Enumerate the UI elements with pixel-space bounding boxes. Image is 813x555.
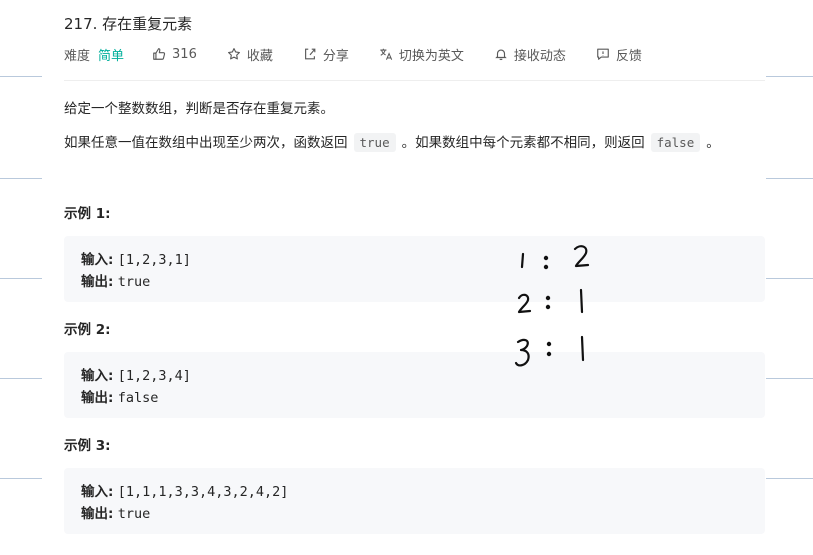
example-3-codebox: 输入: [1,1,1,3,3,4,3,2,4,2] 输出: true bbox=[64, 468, 765, 534]
handwritten-digit-1 bbox=[520, 252, 525, 269]
favorite-button[interactable]: 收藏 bbox=[227, 45, 273, 64]
example-2-output: 输出: false bbox=[81, 386, 158, 406]
subscribe-label: 接收动态 bbox=[513, 48, 566, 64]
example-2-input: 输入: [1,2,3,4] bbox=[81, 364, 191, 384]
translate-icon bbox=[379, 47, 393, 61]
handwritten-colon bbox=[546, 341, 552, 347]
input-label: 输入: bbox=[81, 252, 114, 268]
handwritten-colon bbox=[545, 304, 551, 310]
handwritten-digit-1 bbox=[579, 288, 584, 314]
handwritten-colon bbox=[545, 295, 551, 301]
bell-icon bbox=[494, 47, 508, 61]
example-2-codebox: 输入: [1,2,3,4] 输出: false bbox=[64, 352, 765, 418]
handwritten-digit-2 bbox=[517, 293, 532, 314]
share-button[interactable]: 分享 bbox=[303, 45, 349, 64]
problem-meta-bar: 难度 简单 316 收藏 分享 切换为英文 接收动态 反馈 bbox=[64, 45, 672, 64]
handwritten-colon bbox=[546, 351, 552, 357]
handwritten-colon bbox=[543, 264, 549, 270]
handwritten-digit-3 bbox=[514, 338, 530, 367]
output-value: true bbox=[117, 506, 151, 522]
problem-panel: 217. 存在重复元素 难度 简单 316 收藏 分享 切换为英文 接收动态 反… bbox=[0, 0, 813, 555]
input-label: 输入: bbox=[81, 484, 114, 500]
output-value: false bbox=[117, 390, 159, 406]
inline-code-false: false bbox=[650, 133, 701, 152]
example-1-output: 输出: true bbox=[81, 270, 150, 290]
example-3-output: 输出: true bbox=[81, 502, 150, 522]
input-label: 输入: bbox=[81, 368, 114, 384]
difficulty-label: 难度 bbox=[64, 48, 91, 64]
example-1-input: 输入: [1,2,3,1] bbox=[81, 248, 191, 268]
example-1-title: 示例 1: bbox=[64, 206, 111, 222]
handwritten-colon bbox=[543, 255, 549, 261]
star-icon bbox=[227, 47, 241, 61]
example-3-input: 输入: [1,1,1,3,3,4,3,2,4,2] bbox=[81, 480, 288, 500]
output-label: 输出: bbox=[81, 506, 114, 522]
example-1-codebox: 输入: [1,2,3,1] 输出: true bbox=[64, 236, 765, 302]
share-label: 分享 bbox=[322, 48, 349, 64]
input-value: [1,2,3,1] bbox=[117, 252, 191, 268]
share-icon bbox=[303, 47, 317, 61]
feedback-label: 反馈 bbox=[615, 48, 642, 64]
output-value: true bbox=[117, 274, 151, 290]
difficulty-badge: 简单 bbox=[98, 48, 125, 64]
feedback-icon bbox=[596, 47, 610, 61]
description-text: 如果任意一值在数组中出现至少两次，函数返回 bbox=[64, 135, 348, 151]
example-3-title: 示例 3: bbox=[64, 438, 111, 454]
switch-language-label: 切换为英文 bbox=[398, 48, 464, 64]
description-line-1: 给定一个整数数组，判断是否存在重复元素。 bbox=[64, 101, 334, 117]
feedback-button[interactable]: 反馈 bbox=[596, 45, 642, 64]
input-value: [1,2,3,4] bbox=[117, 368, 191, 384]
description-text: 。如果数组中每个元素都不相同，则返回 bbox=[401, 135, 645, 151]
like-button[interactable]: 316 bbox=[152, 47, 197, 62]
favorite-label: 收藏 bbox=[246, 48, 273, 64]
description-text: 。 bbox=[706, 135, 720, 151]
problem-title: 217. 存在重复元素 bbox=[64, 15, 193, 33]
handwritten-digit-2 bbox=[573, 245, 590, 268]
header-divider bbox=[64, 80, 765, 81]
subscribe-button[interactable]: 接收动态 bbox=[494, 45, 566, 64]
handwritten-digit-1 bbox=[580, 335, 585, 362]
description-line-2: 如果任意一值在数组中出现至少两次，函数返回 true 。如果数组中每个元素都不相同，… bbox=[64, 131, 720, 152]
like-count: 316 bbox=[172, 46, 197, 62]
output-label: 输出: bbox=[81, 390, 114, 406]
inline-code-true: true bbox=[353, 133, 396, 152]
input-value: [1,1,1,3,3,4,3,2,4,2] bbox=[117, 484, 289, 500]
thumbs-up-icon bbox=[152, 47, 166, 61]
example-2-title: 示例 2: bbox=[64, 322, 111, 338]
switch-language-button[interactable]: 切换为英文 bbox=[379, 45, 464, 64]
handwritten-annotation bbox=[514, 245, 590, 367]
output-label: 输出: bbox=[81, 274, 114, 290]
